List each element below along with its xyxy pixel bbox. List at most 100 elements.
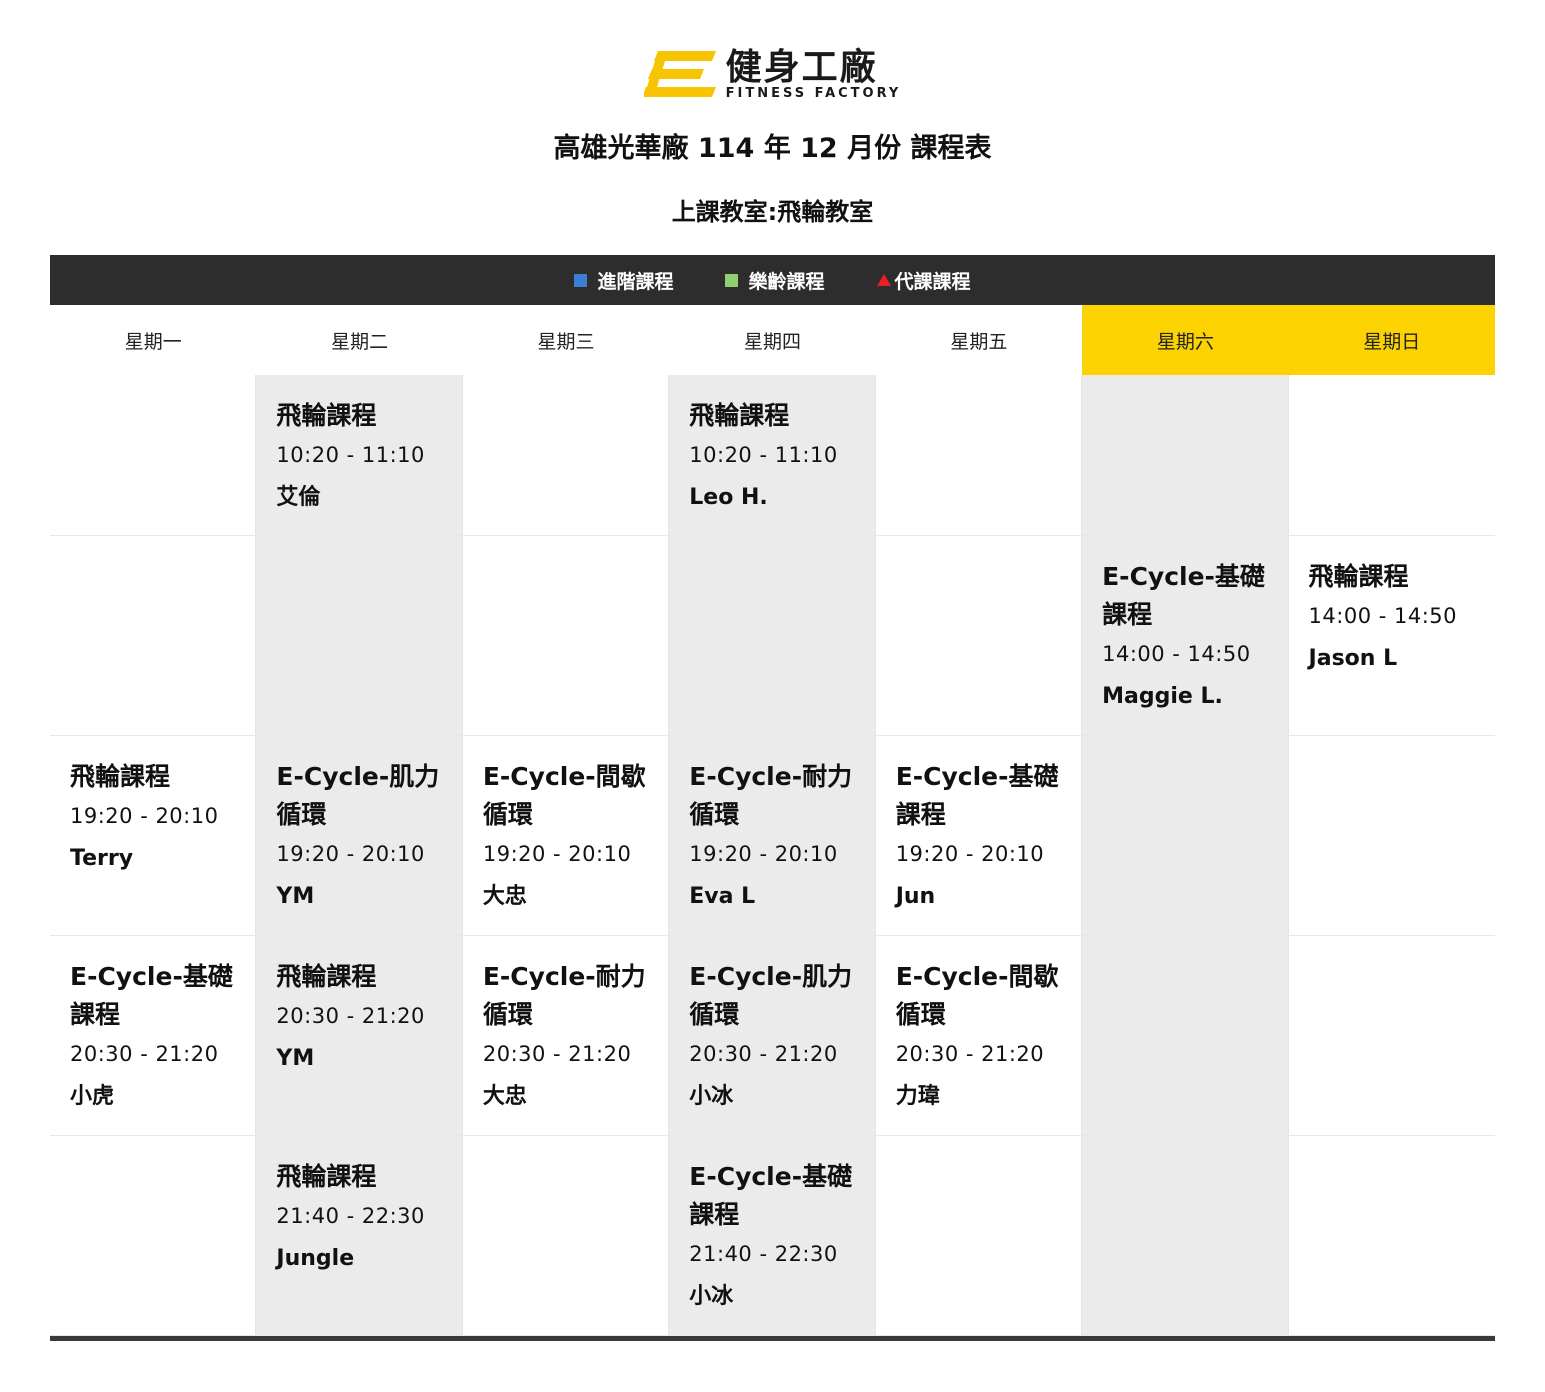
day-header-row: 星期一 星期二 星期三 星期四 星期五 星期六 星期日 bbox=[50, 305, 1495, 375]
class-cell: 飛輪課程 10:20 - 11:10 艾倫 bbox=[256, 375, 463, 535]
class-teacher: 力瑋 bbox=[895, 1084, 940, 1109]
class-teacher: Leo H. bbox=[689, 485, 768, 510]
class-time: 20:30 - 21:20 bbox=[482, 1042, 632, 1066]
class-time: 21:40 - 22:30 bbox=[689, 1242, 838, 1266]
class-time: 21:40 - 22:30 bbox=[276, 1204, 425, 1228]
empty-cell bbox=[1082, 375, 1289, 535]
class-name: E-Cycle-間歇循環 bbox=[482, 762, 646, 829]
empty-cell bbox=[1289, 736, 1495, 935]
class-cell: E-Cycle-肌力循環 20:30 - 21:20 小冰 bbox=[669, 936, 876, 1135]
class-teacher: Eva L bbox=[689, 884, 756, 909]
class-teacher: Maggie L. bbox=[1102, 684, 1223, 709]
class-cell: E-Cycle-耐力循環 20:30 - 21:20 大忠 bbox=[463, 936, 670, 1135]
class-cell: E-Cycle-間歇循環 20:30 - 21:20 力瑋 bbox=[876, 936, 1083, 1135]
empty-cell bbox=[50, 375, 257, 535]
empty-cell bbox=[669, 536, 876, 735]
empty-cell bbox=[1082, 936, 1289, 1135]
class-name: 飛輪課程 bbox=[1308, 562, 1409, 591]
legend-label: 進階課程 bbox=[597, 270, 674, 293]
empty-cell bbox=[876, 1136, 1083, 1335]
schedule-rows: 飛輪課程 10:20 - 11:10 艾倫 飛輪課程 10:20 - 11:10 Leo … bbox=[50, 375, 1495, 1336]
day-header: 星期二 bbox=[331, 330, 389, 353]
empty-cell bbox=[463, 1136, 670, 1335]
empty-cell bbox=[1082, 736, 1289, 935]
class-name: E-Cycle-間歇循環 bbox=[895, 962, 1059, 1029]
class-name: 飛輪課程 bbox=[276, 1162, 377, 1191]
class-teacher: Terry bbox=[70, 846, 134, 871]
class-name: E-Cycle-基礎課程 bbox=[70, 962, 233, 1029]
class-teacher: Jason L bbox=[1308, 646, 1398, 671]
class-cell: 飛輪課程 10:20 - 11:10 Leo H. bbox=[669, 375, 876, 535]
blue-square-icon bbox=[574, 273, 588, 287]
class-name: E-Cycle-基礎課程 bbox=[895, 762, 1059, 829]
day-header: 星期一 bbox=[124, 330, 182, 353]
class-teacher: 小虎 bbox=[70, 1084, 115, 1109]
class-teacher: YM bbox=[276, 884, 315, 909]
class-cell: 飛輪課程 14:00 - 14:50 Jason L bbox=[1289, 536, 1495, 735]
class-name: E-Cycle-耐力循環 bbox=[482, 962, 646, 1029]
class-time: 14:00 - 14:50 bbox=[1102, 642, 1251, 666]
schedule-table: 星期一 星期二 星期三 星期四 星期五 星期六 星期日 飛輪課程 10:20 - … bbox=[50, 305, 1495, 1336]
empty-cell bbox=[50, 536, 257, 735]
class-time: 19:20 - 20:10 bbox=[70, 804, 219, 828]
class-name: E-Cycle-基礎課程 bbox=[689, 1162, 853, 1229]
class-time: 20:30 - 21:20 bbox=[276, 1004, 425, 1028]
green-square-icon bbox=[725, 273, 739, 287]
class-time: 19:20 - 20:10 bbox=[482, 842, 632, 866]
class-cell: E-Cycle-間歇循環 19:20 - 20:10 大忠 bbox=[463, 736, 670, 935]
day-header: 星期五 bbox=[950, 330, 1008, 353]
class-teacher: Jungle bbox=[276, 1246, 355, 1271]
red-triangle-icon bbox=[876, 274, 891, 286]
class-time: 20:30 - 21:20 bbox=[689, 1042, 838, 1066]
page-title: 高雄光華廠 114 年 12 月份 課程表 bbox=[553, 133, 992, 164]
class-teacher: 艾倫 bbox=[276, 485, 321, 510]
class-cell: 飛輪課程 20:30 - 21:20 YM bbox=[256, 936, 463, 1135]
empty-cell bbox=[256, 536, 463, 735]
empty-cell bbox=[876, 375, 1083, 535]
day-header: 星期四 bbox=[743, 330, 801, 353]
class-time: 19:20 - 20:10 bbox=[895, 842, 1045, 866]
day-header-weekend: 星期日 bbox=[1288, 305, 1495, 375]
table-row: 飛輪課程 19:20 - 20:10 Terry E-Cycle-肌力循環 19:20 … bbox=[50, 736, 1495, 936]
class-name: E-Cycle-肌力循環 bbox=[276, 762, 440, 829]
empty-cell bbox=[1289, 1136, 1495, 1335]
class-name: E-Cycle-肌力循環 bbox=[689, 962, 853, 1029]
class-cell: E-Cycle-耐力循環 19:20 - 20:10 Eva L bbox=[669, 736, 876, 935]
empty-cell bbox=[1082, 1136, 1289, 1335]
class-time: 10:20 - 11:10 bbox=[276, 443, 425, 467]
legend-advanced: 進階課程 bbox=[574, 267, 673, 294]
class-teacher: YM bbox=[276, 1046, 315, 1071]
class-cell: 飛輪課程 21:40 - 22:30 Jungle bbox=[256, 1136, 463, 1335]
table-row: 飛輪課程 21:40 - 22:30 Jungle E-Cycle-基礎課程 21:40… bbox=[50, 1136, 1495, 1336]
class-name: E-Cycle-基礎課程 bbox=[1102, 562, 1265, 629]
legend-substitute: 代課課程 bbox=[876, 267, 971, 294]
empty-cell bbox=[463, 536, 670, 735]
class-time: 19:20 - 20:10 bbox=[276, 842, 425, 866]
empty-cell bbox=[876, 536, 1083, 735]
legend-bar: 進階課程 樂齡課程 代課課程 bbox=[50, 255, 1495, 305]
legend-label: 樂齡課程 bbox=[748, 270, 825, 293]
table-row: 飛輪課程 10:20 - 11:10 艾倫 飛輪課程 10:20 - 11:10 Leo … bbox=[50, 375, 1495, 536]
class-name: 飛輪課程 bbox=[276, 401, 377, 430]
class-name: 飛輪課程 bbox=[276, 962, 377, 991]
table-row: E-Cycle-基礎課程 20:30 - 21:20 小虎 飛輪課程 20:30 - 2… bbox=[50, 936, 1495, 1136]
class-teacher: 大忠 bbox=[482, 1084, 527, 1109]
table-bottom-border bbox=[50, 1336, 1495, 1341]
class-cell: E-Cycle-基礎課程 19:20 - 20:10 Jun bbox=[876, 736, 1083, 935]
class-cell: E-Cycle-肌力循環 19:20 - 20:10 YM bbox=[256, 736, 463, 935]
class-teacher: 小冰 bbox=[689, 1084, 734, 1109]
class-time: 14:00 - 14:50 bbox=[1308, 604, 1457, 628]
legend-senior: 樂齡課程 bbox=[725, 267, 825, 294]
empty-cell bbox=[1289, 936, 1495, 1135]
class-teacher: 大忠 bbox=[482, 884, 527, 909]
class-cell: E-Cycle-基礎課程 14:00 - 14:50 Maggie L. bbox=[1082, 536, 1289, 735]
logo-english-text: FITNESS FACTORY bbox=[725, 86, 902, 101]
brand-logo: 健身工廠 FITNESS FACTORY bbox=[0, 46, 1545, 104]
fitness-factory-logo-icon bbox=[643, 51, 716, 97]
class-teacher: Jun bbox=[895, 884, 936, 909]
day-header-weekend: 星期六 bbox=[1082, 305, 1289, 375]
empty-cell bbox=[50, 1136, 257, 1335]
class-cell: E-Cycle-基礎課程 20:30 - 21:20 小虎 bbox=[50, 936, 257, 1135]
legend-label: 代課課程 bbox=[894, 270, 971, 293]
logo-chinese-text: 健身工廠 bbox=[725, 47, 878, 88]
